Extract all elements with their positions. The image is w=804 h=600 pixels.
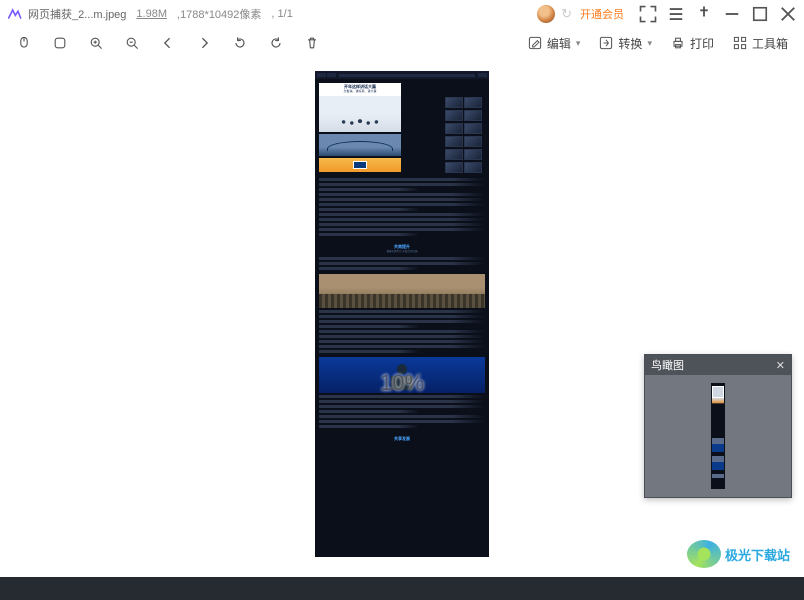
navigator-body[interactable] [645,375,791,497]
close-button[interactable] [778,4,798,24]
navigator-panel[interactable]: 鸟瞰图 ✕ [644,354,792,498]
fullscreen-icon[interactable] [638,4,658,24]
watermark-logo-icon [687,540,721,568]
close-icon[interactable]: ✕ [776,359,785,372]
file-name: 网页捕获_2...m.jpeg [28,6,126,22]
article-photo [319,96,401,132]
image-viewport[interactable]: 开年这样讲话大篇 分板块、讲好篇、讲大事 共商提升搭建东西平台 丰富合作内涵 [0,58,804,577]
footer-bar [0,577,804,600]
rotate-left-button[interactable] [232,35,248,51]
captured-webpage-image: 开年这样讲话大篇 分板块、讲好篇、讲大事 共商提升搭建东西平台 丰富合作内涵 [315,71,489,557]
rotate-right-button[interactable] [268,35,284,51]
main-toolbar: 编辑▾ 转换▾ 打印 工具箱 [0,28,804,58]
article-hero-subtitle: 分板块、讲好篇、讲大事 [319,90,401,94]
chevron-down-icon: ▾ [576,38,581,49]
zoom-in-button[interactable] [88,35,104,51]
minimize-button[interactable] [722,4,742,24]
pin-icon[interactable] [694,4,714,24]
article-photo [319,274,485,308]
app-logo-icon [6,6,22,22]
user-avatar[interactable] [537,5,555,23]
fit-tool-button[interactable] [52,35,68,51]
maximize-button[interactable] [750,4,770,24]
print-button[interactable]: 打印 [670,35,714,52]
menu-icon[interactable] [666,4,686,24]
file-size[interactable]: 1.98M [136,8,167,20]
page-index: , 1/1 [271,8,292,20]
watermark-text: 极光下载站 [725,545,790,564]
title-bar: 网页捕获_2...m.jpeg 1.98M ,1788*10492像素 , 1/… [0,0,804,28]
next-button[interactable] [196,35,212,51]
article-banner [319,158,401,172]
delete-button[interactable] [304,35,320,51]
convert-menu-button[interactable]: 转换▾ [598,35,652,52]
mouse-tool-button[interactable] [16,35,32,51]
navigator-viewport-rect[interactable] [712,386,724,398]
chevron-down-icon: ▾ [647,38,652,49]
image-dimensions: ,1788*10492像素 [177,6,261,22]
navigator-titlebar[interactable]: 鸟瞰图 ✕ [645,355,791,375]
site-watermark: 极光下载站 [687,540,790,568]
navigator-thumbnail[interactable] [711,383,725,489]
upgrade-member-link[interactable]: 开通会员 [580,6,624,22]
navigator-title: 鸟瞰图 [651,357,684,373]
prev-button[interactable] [160,35,176,51]
article-section-heading: 共享发展 [315,436,489,441]
article-section-heading: 共商提升搭建东西平台 丰富合作内涵 [315,244,489,252]
edit-menu-button[interactable]: 编辑▾ [527,35,581,52]
refresh-icon[interactable]: ↻ [561,6,572,22]
toolbox-button[interactable]: 工具箱 [732,35,788,52]
article-photo [319,134,401,156]
zoom-level-overlay: 10% [380,370,424,396]
zoom-out-button[interactable] [124,35,140,51]
